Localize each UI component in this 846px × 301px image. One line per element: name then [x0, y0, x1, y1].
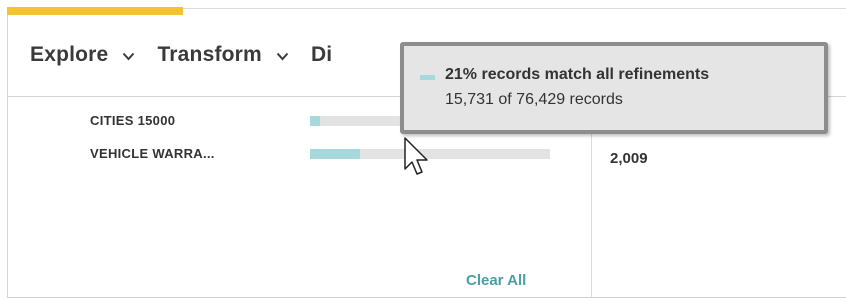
refinement-bar-fill	[310, 115, 320, 126]
transform-menu-label: Transform	[157, 43, 262, 66]
menu-bar: Explore Transform Di	[8, 30, 354, 80]
refinement-row-vehicle-warranty[interactable]: VEHICLE WARRA...	[90, 146, 550, 161]
mouse-cursor-icon	[404, 137, 428, 175]
discover-menu[interactable]: Di	[311, 43, 332, 67]
active-tab-indicator	[7, 7, 183, 15]
clear-all-button[interactable]: Clear All	[466, 272, 526, 289]
discover-menu-label: Di	[310, 43, 333, 66]
explore-menu[interactable]: Explore	[30, 43, 135, 67]
refinement-label: VEHICLE WARRA...	[90, 146, 215, 161]
refinement-bar-fill	[310, 148, 361, 159]
chevron-down-icon	[122, 43, 135, 67]
explore-menu-label: Explore	[30, 43, 109, 66]
refinement-label: CITIES 15000	[90, 113, 176, 128]
transform-menu[interactable]: Transform	[157, 43, 289, 67]
refinement-tooltip: 21% records match all refinements 15,731…	[400, 42, 828, 134]
tooltip-subtitle: 15,731 of 76,429 records	[445, 91, 623, 108]
chevron-down-icon	[276, 43, 289, 67]
tooltip-title: 21% records match all refinements	[445, 66, 710, 83]
record-count-value: 2,009	[610, 150, 648, 167]
legend-swatch	[420, 75, 435, 80]
top-divider	[183, 8, 846, 9]
